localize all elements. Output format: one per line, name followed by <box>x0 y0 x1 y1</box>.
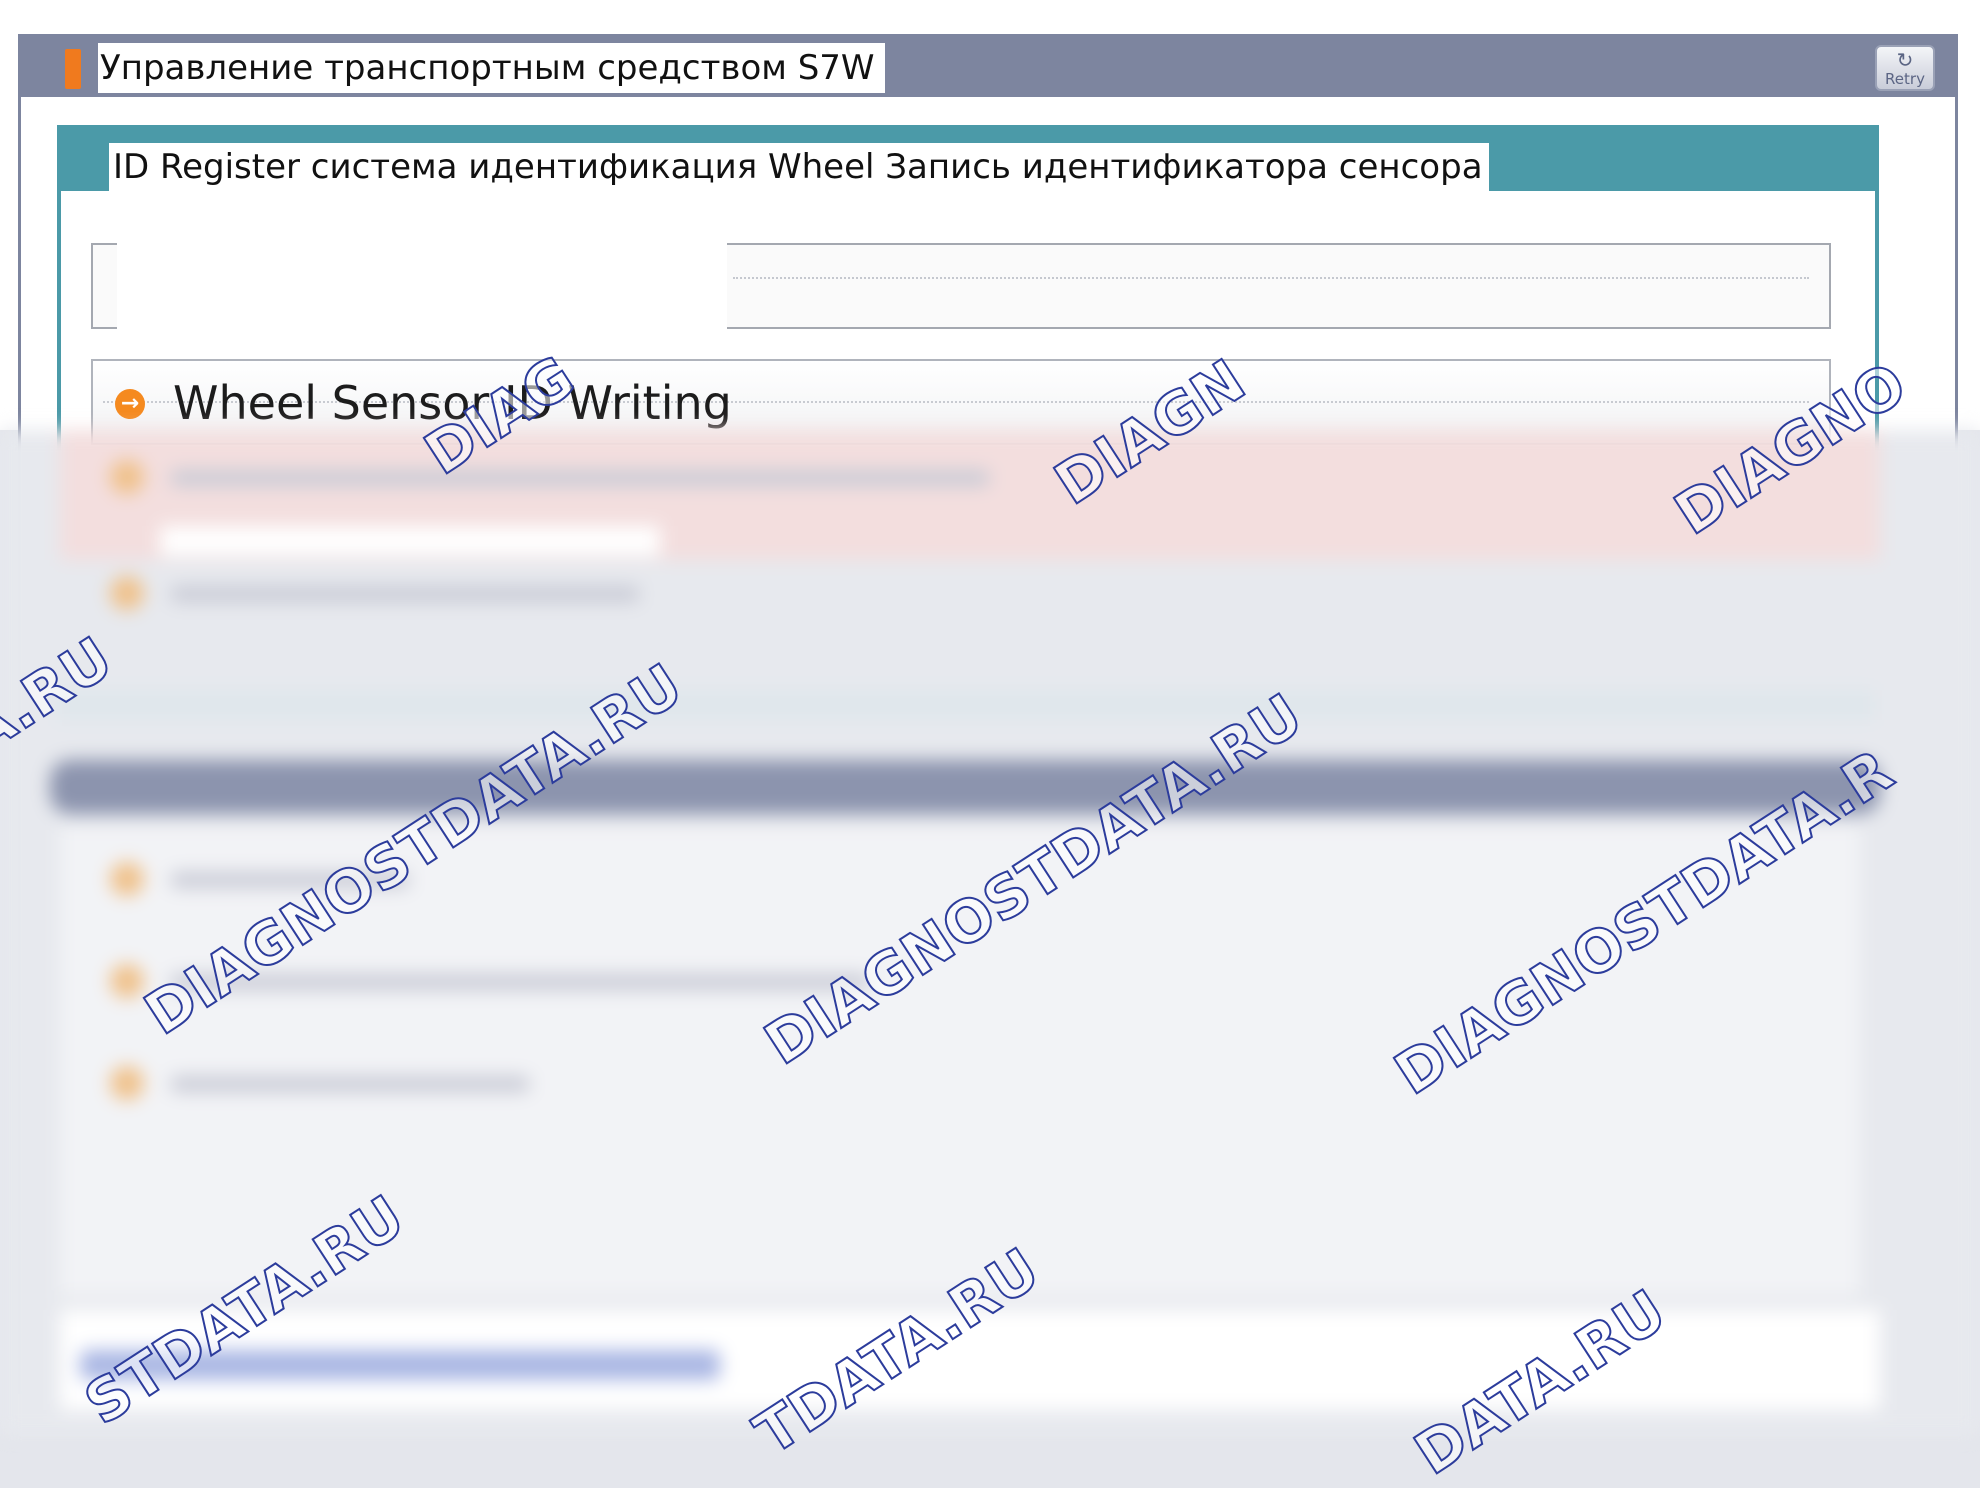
panel-header: ID Register система идентификация Wheel … <box>61 131 1875 191</box>
blurred-panel-footer <box>56 690 1876 720</box>
blurred-highlight <box>160 526 660 556</box>
info-box-cover <box>117 241 727 335</box>
panel-title: ID Register система идентификация Wheel … <box>109 143 1489 191</box>
blurred-row-icon <box>110 576 144 610</box>
blurred-row-icon <box>110 862 144 896</box>
blurred-row-icon <box>110 964 144 998</box>
retry-label: Retry <box>1885 70 1925 88</box>
info-box <box>91 241 1831 335</box>
retry-button[interactable]: ↻ Retry <box>1875 45 1935 91</box>
blurred-link <box>80 1350 720 1380</box>
title-bar: Управление транспортным средством S7W ↻ … <box>21 37 1955 97</box>
blurred-row-text <box>170 1076 530 1092</box>
blurred-row-text <box>170 872 410 888</box>
dotted-separator <box>733 277 1809 279</box>
blurred-row-text <box>170 470 990 486</box>
window-title: Управление транспортным средством S7W <box>98 43 885 93</box>
blurred-row-icon <box>110 460 144 494</box>
blurred-row-icon <box>110 1066 144 1100</box>
app-logo-icon <box>65 49 81 89</box>
blurred-content <box>0 430 1980 1436</box>
retry-icon: ↻ <box>1896 48 1914 72</box>
blurred-second-panel <box>60 826 1860 1296</box>
blurred-second-header <box>50 760 1880 814</box>
menu-item-label: Wheel Sensor ID Writing <box>173 376 732 430</box>
arrow-right-circle-icon: → <box>115 389 145 419</box>
blurred-row-text <box>170 974 870 990</box>
blurred-row-text <box>170 586 640 602</box>
